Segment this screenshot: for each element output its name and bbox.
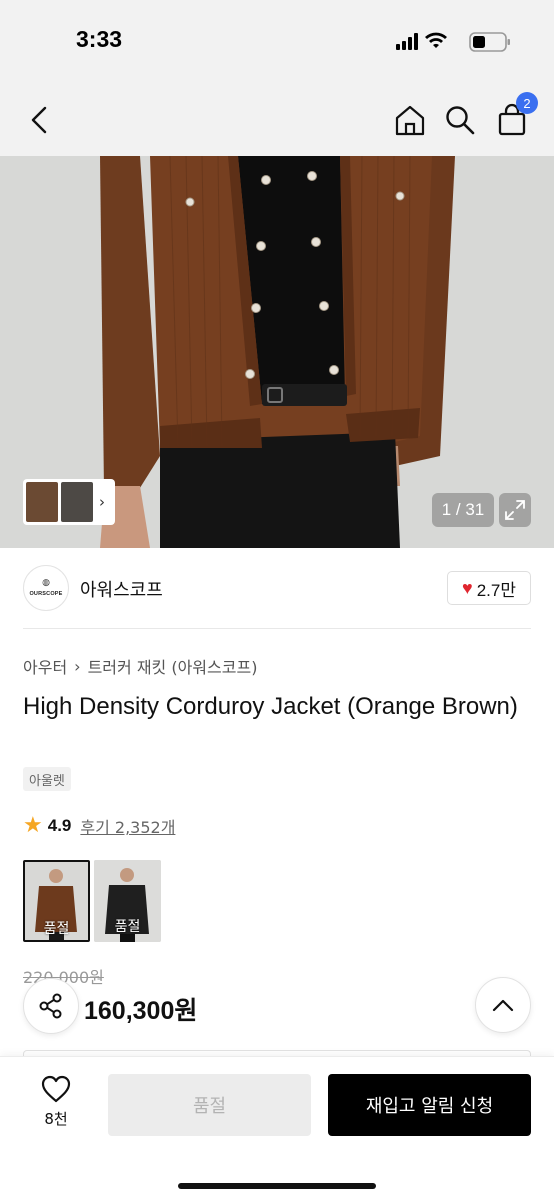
chevron-left-icon — [31, 106, 47, 134]
status-time: 3:33 — [76, 26, 123, 52]
breadcrumb: 아우터 › 트러커 재킷 (아워스코프) — [23, 654, 257, 678]
heart-outline-icon — [41, 1075, 71, 1103]
home-indicator — [178, 1183, 376, 1189]
brand-like-count: 2.7만 — [476, 580, 516, 600]
status-bar: 3:33 — [0, 0, 554, 84]
thumbnail-image — [61, 482, 93, 522]
brand-like-button[interactable]: ♥ 2.7만 — [447, 571, 531, 605]
rating-row: ★ 4.9 후기 2,352개 — [23, 813, 175, 839]
rating-value: 4.9 — [47, 816, 72, 835]
expand-icon — [505, 500, 525, 520]
share-button[interactable] — [23, 978, 79, 1034]
cart-button[interactable]: 2 — [492, 92, 538, 140]
home-icon — [395, 105, 425, 136]
share-icon — [39, 993, 62, 1019]
chevron-up-icon — [492, 999, 514, 1012]
brand-name[interactable]: 아워스코프 — [80, 576, 163, 602]
wishlist-button[interactable]: 8천 — [28, 1075, 84, 1135]
scroll-to-top-button[interactable] — [475, 977, 531, 1033]
search-button[interactable] — [440, 100, 480, 140]
color-option-black[interactable]: 품절 — [94, 860, 161, 942]
color-option-orange-brown[interactable]: 품절 — [23, 860, 90, 942]
breadcrumb-separator-icon: › — [74, 656, 81, 676]
product-image-gallery[interactable]: › 1 / 31 — [0, 156, 554, 548]
nav-bar: 2 — [0, 84, 554, 156]
restock-alert-button[interactable]: 재입고 알림 신청 — [328, 1074, 531, 1136]
sale-price: 160,300원 — [84, 997, 198, 1025]
brand-mark-icon: ◍ — [42, 578, 50, 588]
review-count-link[interactable]: 후기 2,352개 — [80, 814, 175, 838]
color-options: 품절 품절 — [23, 860, 161, 942]
back-button[interactable] — [20, 100, 60, 140]
brand-row[interactable]: ◍ OURSCOPE 아워스코프 ♥ 2.7만 — [23, 565, 531, 613]
search-icon — [446, 106, 475, 135]
image-counter: 1 / 31 — [432, 493, 494, 527]
breadcrumb-category[interactable]: 아우터 — [23, 654, 67, 678]
soldout-button: 품절 — [108, 1074, 311, 1136]
expand-button[interactable] — [499, 493, 531, 527]
breadcrumb-subcategory[interactable]: 트러커 재킷 (아워스코프) — [88, 654, 258, 678]
product-title: High Density Corduroy Jacket (Orange Bro… — [23, 693, 518, 720]
status-icons — [396, 32, 510, 52]
soldout-label: 품절 — [114, 919, 141, 935]
home-button[interactable] — [390, 100, 430, 140]
brand-logo-text: OURSCOPE — [29, 591, 63, 597]
wishlist-count: 8천 — [44, 1110, 68, 1128]
heart-filled-icon: ♥ — [462, 577, 473, 598]
outlet-tag: 아울렛 — [23, 767, 71, 791]
cart-count-badge: 2 — [516, 92, 538, 114]
brand-logo[interactable]: ◍ OURSCOPE — [23, 565, 69, 611]
star-icon: ★ — [23, 813, 43, 838]
gallery-thumbnail-strip[interactable]: › — [23, 479, 115, 525]
bottom-action-bar: 8천 품절 재입고 알림 신청 — [0, 1056, 554, 1200]
soldout-label: 품절 — [43, 921, 70, 937]
divider — [23, 628, 531, 629]
thumbnail-image — [26, 482, 58, 522]
chevron-right-icon: › — [99, 493, 105, 511]
